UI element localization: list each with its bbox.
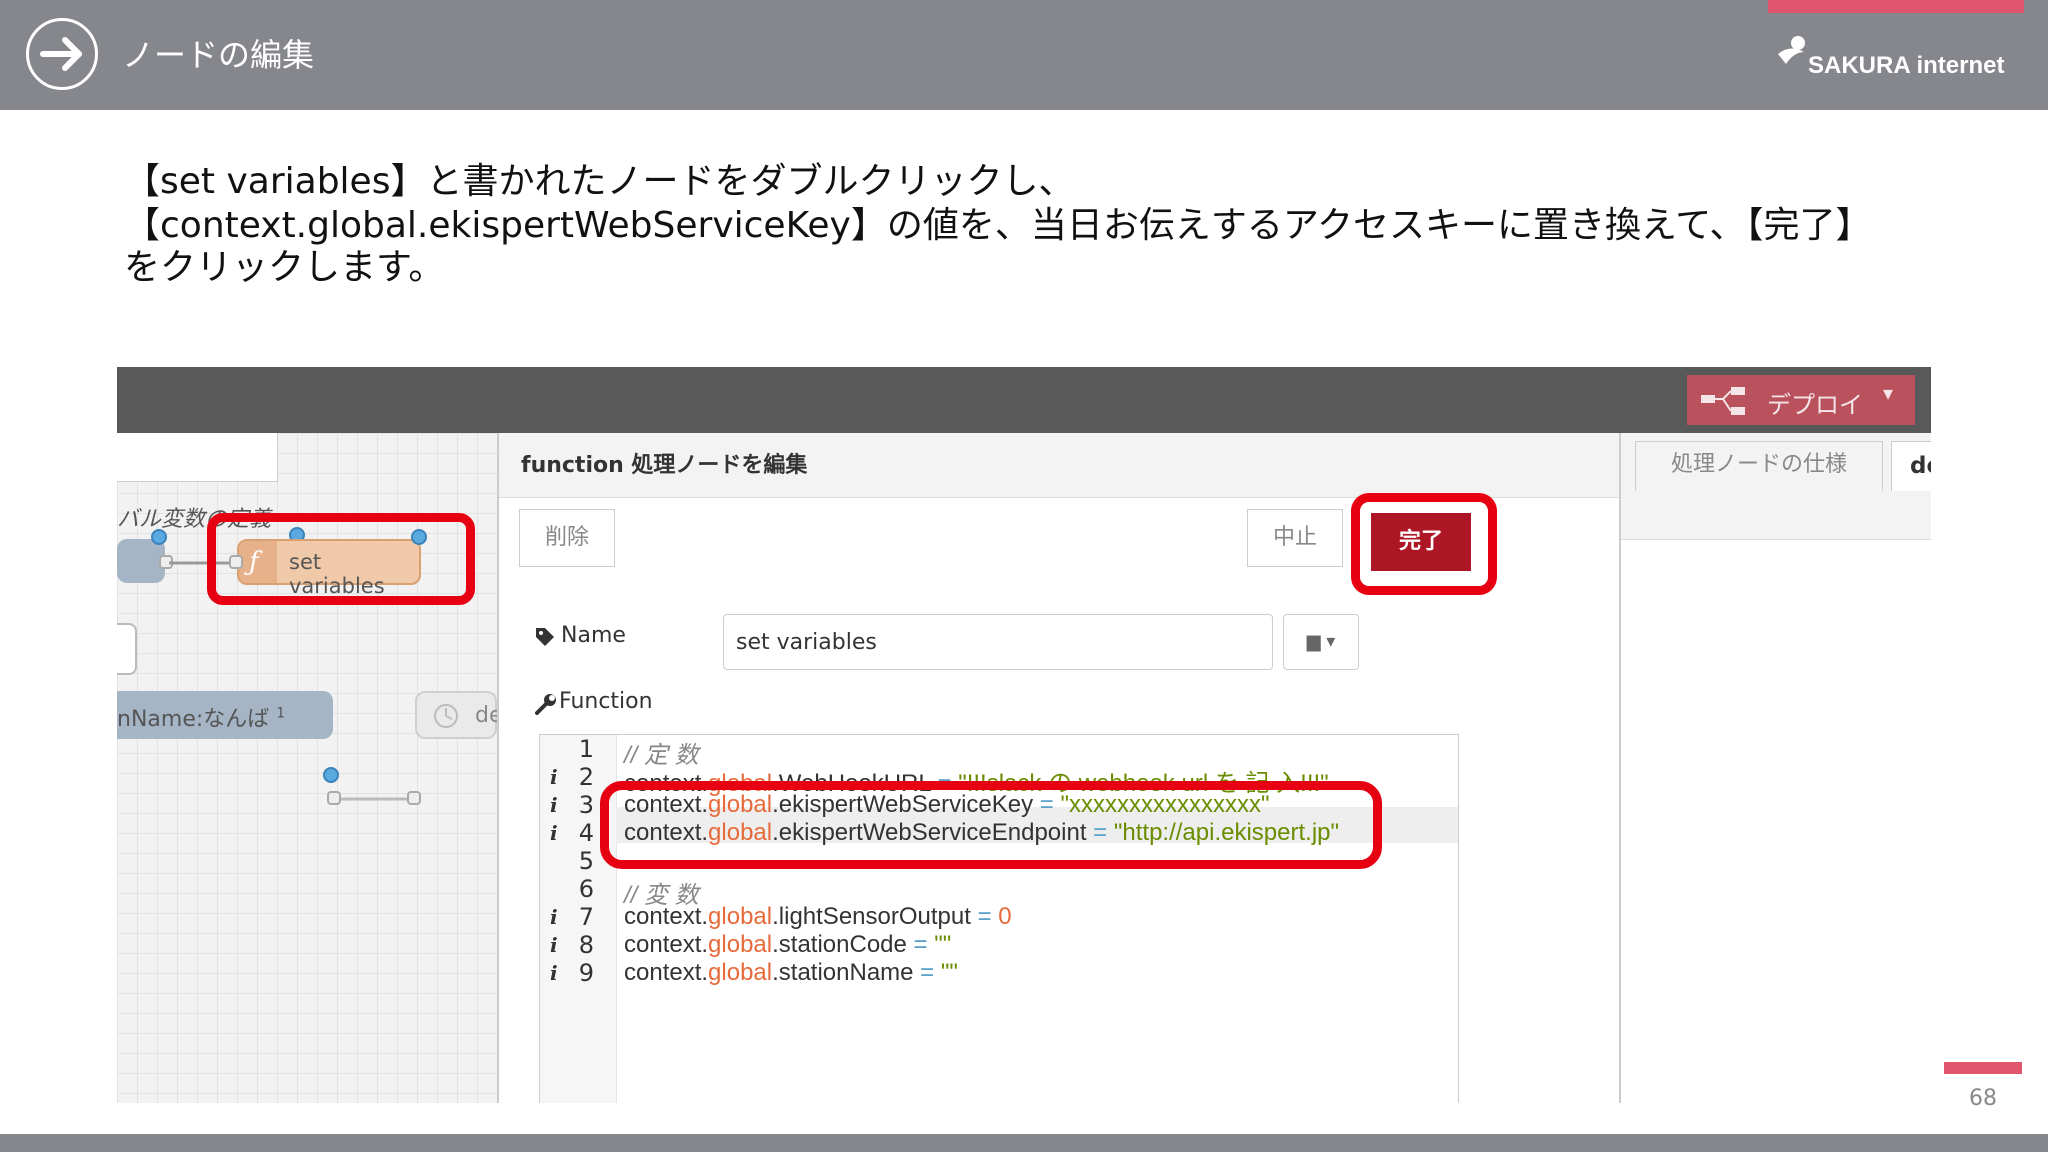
line-number: 3 — [578, 791, 594, 819]
caret-down-icon[interactable]: ▾ — [1883, 381, 1893, 405]
node-input-port[interactable] — [407, 791, 421, 805]
node-output-port[interactable] — [327, 791, 341, 805]
line-number: 5 — [578, 847, 594, 875]
code-line-9: context.global.stationName = "" — [624, 959, 958, 986]
name-input[interactable] — [723, 614, 1273, 670]
tab-node-info[interactable]: 処理ノードの仕様 — [1635, 441, 1883, 491]
slide-title: ノードの編集 — [122, 36, 315, 74]
instruction-line-3: をクリックします。 — [124, 247, 445, 288]
info-marker-icon[interactable]: i — [550, 793, 558, 817]
sidebar-toolbar — [1621, 491, 1931, 540]
node-label: nName:なんば 1 — [117, 705, 286, 732]
line-number: 2 — [578, 763, 594, 791]
highlight-box-node — [207, 513, 475, 605]
info-marker-icon[interactable]: i — [550, 765, 558, 789]
function-field-label: Function — [559, 689, 653, 714]
station-name-node[interactable]: nName:なんば 1 — [117, 691, 333, 739]
line-number: 8 — [578, 931, 594, 959]
code-line-8: context.global.stationCode = "" — [624, 931, 952, 958]
deploy-icon — [1701, 387, 1749, 415]
info-marker-icon[interactable]: i — [550, 961, 558, 985]
tab-debug[interactable]: debug — [1891, 441, 1931, 493]
line-number: 4 — [578, 819, 594, 847]
delay-node[interactable]: de — [415, 691, 503, 739]
dialog-title-bar: function 処理ノードを編集 — [499, 433, 1619, 498]
deploy-label: デプロイ — [1767, 391, 1863, 419]
brand-logo-text: SAKURA internet — [1808, 52, 2005, 79]
info-marker-icon[interactable]: i — [550, 933, 558, 957]
page-number: 68 — [1969, 1086, 1997, 1111]
arrow-right-circle-icon — [26, 18, 98, 90]
line-number: 1 — [578, 735, 594, 763]
cancel-button[interactable]: 中止 — [1247, 509, 1343, 567]
edit-node-dialog: function 処理ノードを編集 削除 中止 完了 Name ▆ ▾ Func… — [497, 433, 1621, 1103]
info-marker-icon[interactable]: i — [550, 821, 558, 845]
node-status-dot — [323, 767, 339, 783]
timer-icon — [434, 704, 458, 728]
inject-node[interactable] — [117, 539, 165, 583]
slide-footer-bar — [0, 1134, 2048, 1152]
line-number: 6 — [578, 875, 594, 903]
page-number-accent — [1944, 1062, 2022, 1074]
node-status-dot — [151, 529, 167, 545]
dialog-title: function 処理ノードを編集 — [521, 453, 808, 478]
node-red-screenshot: デプロイ ▾ バル変数の定義 ƒ set variables nName:なんば… — [117, 367, 1931, 1103]
library-menu-button[interactable]: ▆ ▾ — [1283, 614, 1359, 670]
wrench-icon — [535, 693, 557, 715]
app-topbar — [117, 367, 1931, 433]
line-number: 9 — [578, 959, 594, 987]
tag-icon — [535, 627, 555, 647]
wire-connection — [341, 797, 411, 801]
deploy-button[interactable]: デプロイ ▾ — [1687, 375, 1915, 425]
info-marker-icon[interactable]: i — [550, 905, 558, 929]
sidebar: 処理ノードの仕様 debug — [1621, 433, 1931, 1103]
flow-node-partial[interactable] — [117, 623, 137, 675]
book-icon: ▆ — [1306, 631, 1321, 652]
delete-button[interactable]: 削除 — [519, 509, 615, 567]
line-number: 7 — [578, 903, 594, 931]
code-editor[interactable]: 1 2 3 4 5 6 7 8 9 i i i i i i // 定 数 con… — [539, 734, 1459, 1103]
flow-tab[interactable] — [117, 433, 278, 482]
header-accent-bar — [1768, 0, 2024, 13]
code-line-7: context.global.lightSensorOutput = 0 — [624, 903, 1012, 930]
highlight-box-done — [1351, 493, 1497, 595]
name-field-label: Name — [561, 623, 626, 648]
highlight-box-code-line — [600, 781, 1382, 869]
caret-down-icon: ▾ — [1326, 631, 1336, 652]
